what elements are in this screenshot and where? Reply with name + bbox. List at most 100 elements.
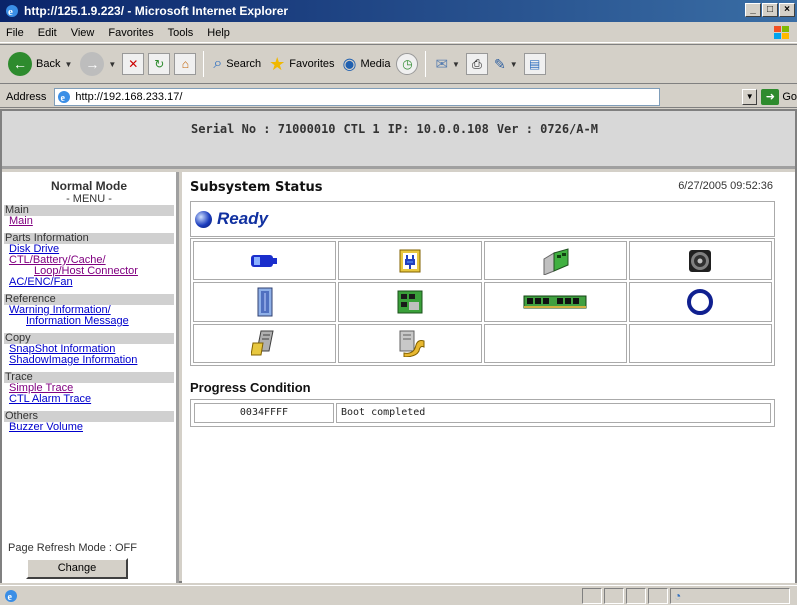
empty-cell: [628, 323, 772, 363]
status-cell: [582, 588, 602, 604]
cache-memory-board-cell[interactable]: [338, 282, 482, 322]
progress-message: Boot completed: [336, 403, 771, 423]
page-refresh-mode: Page Refresh Mode : OFF: [8, 542, 137, 554]
svg-text:e: e: [8, 6, 13, 18]
mode-title: Normal Mode: [50, 179, 127, 193]
edit-button[interactable]: ✎ ▼: [492, 56, 520, 73]
go-arrow-icon: ➜: [761, 88, 780, 105]
internet-zone-icon: ◔: [674, 589, 682, 603]
fan-cell[interactable]: [628, 241, 772, 281]
toolbar-separator: [203, 51, 205, 77]
window-title-bar: e http://125.1.9.223/ - Microsoft Intern…: [0, 0, 797, 22]
ip-address: IP: 10.0.0.108: [387, 122, 489, 136]
forward-arrow-icon: →: [80, 52, 105, 76]
controller-board-cell[interactable]: [483, 241, 627, 281]
link-buzzer-volume[interactable]: Buzzer Volume: [9, 422, 176, 433]
memory-module-cell[interactable]: [483, 282, 627, 322]
change-button[interactable]: Change: [26, 558, 128, 579]
controller-board-icon: [543, 247, 569, 275]
menu-tools[interactable]: Tools: [168, 27, 194, 39]
status-cell: [604, 588, 624, 604]
controller-id: CTL 1: [343, 122, 380, 136]
refresh-icon[interactable]: ↻: [148, 53, 171, 75]
host-connector-cell[interactable]: [193, 323, 337, 363]
media-button[interactable]: ◉ Media: [341, 54, 393, 74]
status-cell: [626, 588, 646, 604]
disk-drive-cell[interactable]: [193, 282, 337, 322]
address-dropdown-button[interactable]: ▼: [742, 88, 758, 105]
search-button[interactable]: ⌕ Search: [211, 55, 263, 73]
toolbar-separator: [425, 51, 427, 77]
window-title: http://125.1.9.223/ - Microsoft Internet…: [24, 4, 289, 18]
ready-status-box: Ready: [190, 201, 775, 237]
home-icon[interactable]: ⌂: [174, 53, 197, 75]
search-label: Search: [226, 58, 262, 70]
discuss-icon[interactable]: ▤: [523, 53, 546, 75]
serial-number: Serial No : 71000010: [191, 122, 336, 136]
cache-memory-board-icon: [397, 290, 423, 314]
battery-cell[interactable]: [193, 241, 337, 281]
chevron-down-icon: ▼: [452, 59, 460, 69]
chevron-down-icon: ▼: [64, 59, 73, 69]
toolbar: ← Back ▼ → ▼ ✕ ↻ ⌂ ⌕ Search ★ Favorites …: [0, 44, 797, 84]
menu-file[interactable]: File: [6, 27, 24, 39]
back-label: Back: [36, 58, 61, 70]
progress-code: 0034FFFF: [194, 403, 334, 423]
status-datetime: 6/27/2005 09:52:36: [678, 180, 773, 192]
subsystem-status-title: Subsystem Status: [190, 180, 323, 195]
print-icon[interactable]: ⎙: [465, 53, 488, 75]
chevron-down-icon: ▼: [509, 59, 518, 69]
window-controls: _ □ ×: [745, 3, 795, 17]
svg-text:e: e: [61, 93, 66, 104]
menu-edit[interactable]: Edit: [38, 27, 57, 39]
main-panel: Subsystem Status 6/27/2005 09:52:36 Read…: [182, 172, 795, 583]
menu-view[interactable]: View: [71, 27, 95, 39]
menu-favorites[interactable]: Favorites: [108, 27, 153, 39]
mail-icon: ✉: [435, 56, 449, 73]
status-cell: [648, 588, 668, 604]
empty-cell: [483, 323, 627, 363]
link-main[interactable]: Main: [9, 216, 176, 227]
memory-module-icon: [523, 295, 587, 309]
stop-icon[interactable]: ✕: [122, 53, 145, 75]
go-button[interactable]: ➜ Go: [761, 88, 797, 105]
page-icon: e: [58, 90, 71, 104]
address-input[interactable]: e http://192.168.233.17/: [54, 87, 661, 106]
serial-header: Serial No : 71000010 CTL 1 IP: 10.0.0.10…: [2, 111, 795, 169]
link-shadowimage-information[interactable]: ShadowImage Information: [9, 355, 176, 366]
component-grid: [190, 238, 775, 366]
power-supply-cell[interactable]: [338, 241, 482, 281]
history-icon[interactable]: ◷: [396, 53, 419, 75]
link-ac-enc-fan[interactable]: AC/ENC/Fan: [9, 277, 176, 288]
address-bar: Address e http://192.168.233.17/ ▼ ➜ Go: [0, 86, 797, 108]
favorites-button[interactable]: ★ Favorites: [267, 54, 336, 75]
back-arrow-icon: ←: [8, 52, 32, 76]
page-status-icon: e: [5, 589, 17, 603]
back-button[interactable]: ← Back ▼: [6, 52, 74, 76]
close-button[interactable]: ×: [779, 3, 795, 17]
mail-button[interactable]: ✉ ▼: [433, 55, 462, 73]
chevron-down-icon: ▼: [108, 59, 117, 69]
page-content: Serial No : 71000010 CTL 1 IP: 10.0.0.10…: [0, 109, 797, 583]
loop-cell[interactable]: [628, 282, 772, 322]
zone-cell: ◔: [670, 588, 790, 604]
host-connector-icon: [250, 330, 274, 356]
link-information-message[interactable]: Information Message: [26, 316, 176, 327]
address-url: http://192.168.233.17/: [75, 90, 183, 103]
enclosure-icon: [399, 330, 425, 358]
forward-button[interactable]: → ▼: [78, 52, 118, 76]
media-label: Media: [360, 58, 391, 70]
link-ctl-alarm-trace[interactable]: CTL Alarm Trace: [9, 394, 176, 405]
svg-text:e: e: [8, 592, 13, 603]
windows-flag-icon: [774, 26, 789, 39]
edit-icon: ✎: [493, 55, 506, 72]
progress-condition-title: Progress Condition: [190, 380, 311, 395]
enclosure-cell[interactable]: [338, 323, 482, 363]
star-icon: ★: [269, 53, 286, 74]
address-label: Address: [6, 90, 47, 103]
internet-explorer-icon: e: [6, 5, 18, 18]
maximize-button[interactable]: □: [762, 3, 778, 17]
battery-icon: [250, 254, 277, 267]
menu-help[interactable]: Help: [207, 27, 230, 39]
minimize-button[interactable]: _: [745, 3, 761, 17]
